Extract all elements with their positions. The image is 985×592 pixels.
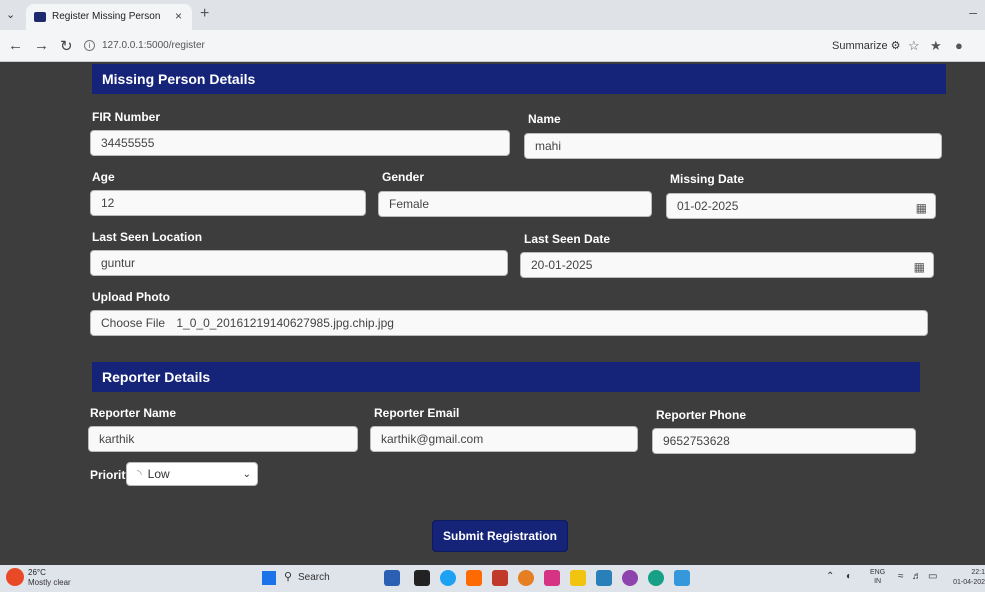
weather-condition: Mostly clear [28,578,71,587]
chevron-down-icon: ⌄ [242,469,251,480]
region-code: IN [874,578,882,585]
wifi-icon[interactable]: ≈ [898,571,904,582]
windows-start-icon[interactable] [262,571,276,585]
missing-person-section-header: Missing Person Details [92,64,946,94]
gender-label: Gender [382,170,425,184]
registration-page: Missing Person Details FIR Number 344555… [0,62,985,565]
last-seen-date-input[interactable]: 20-01-2025 ▦ [520,252,934,278]
last-seen-location-label: Last Seen Location [92,230,203,244]
profile-icon[interactable]: ● [955,38,963,53]
age-value: 12 [101,196,115,210]
priority-value: Low [147,467,170,481]
gender-value: Female [389,197,430,211]
gender-input[interactable]: Female [378,191,652,217]
reporter-name-label: Reporter Name [90,406,177,420]
tab-list-chevron-icon[interactable]: ⌄ [6,8,20,22]
last-seen-location-value: guntur [101,256,136,270]
name-input[interactable]: mahi [524,133,942,159]
upload-photo-label: Upload Photo [92,290,170,304]
tray-app-icon[interactable]: ◐ [846,571,852,582]
last-seen-date-value: 20-01-2025 [531,258,593,272]
fir-number-input[interactable]: 34455555 [90,130,510,156]
reporter-name-input[interactable]: karthik [88,426,358,452]
star-icon[interactable]: ☆ [908,38,920,54]
taskbar: 26°C Mostly clear ⚲ Search ⌃ ◐ ENG IN ≈ … [0,565,985,592]
edge-browser-icon[interactable] [440,570,456,586]
language-code: ENG [870,569,886,576]
loading-icon: ◝ [137,467,142,481]
calendar-icon[interactable]: ▦ [916,196,927,221]
summarize-label: Summarize [832,40,888,52]
missing-date-value: 01-02-2025 [677,199,739,213]
battery-icon[interactable]: ▭ [928,571,937,582]
name-label: Name [528,112,561,126]
last-seen-location-input[interactable]: guntur [90,250,508,276]
store-icon[interactable] [492,570,508,586]
calendar-icon[interactable]: ▦ [914,255,925,280]
clock-date: 01-04-202 [953,579,985,586]
tab-title: Register Missing Person [52,11,161,22]
missing-date-input[interactable]: 01-02-2025 ▦ [666,193,936,219]
tray-chevron-up-icon[interactable]: ⌃ [826,571,834,582]
volume-icon[interactable]: ♬ [912,571,922,582]
choose-file-button[interactable]: Choose File [101,316,165,330]
clock[interactable]: 22:1 01-04-202 [950,568,985,588]
language-indicator[interactable]: ENG IN [870,568,885,586]
weather-temperature: 26°C [28,568,46,577]
url-field[interactable]: 127.0.0.1:5000/register [102,40,205,51]
summarize-button[interactable]: Summarize ⚙ [832,39,901,52]
reporter-phone-input[interactable]: 9652753628 [652,428,916,454]
reload-icon[interactable]: ↻ [60,37,73,55]
clock-time: 22:1 [971,569,985,576]
file-explorer-icon[interactable] [570,570,586,586]
vscode-icon[interactable] [674,570,690,586]
reporter-email-input[interactable]: karthik@gmail.com [370,426,638,452]
reporter-email-value: karthik@gmail.com [381,432,484,446]
tab-close-icon[interactable]: × [175,9,182,23]
last-seen-date-label: Last Seen Date [524,232,611,246]
fir-number-value: 34455555 [101,136,155,150]
copilot-icon[interactable] [622,570,638,586]
task-view-icon[interactable] [414,570,430,586]
name-value: mahi [535,139,562,153]
reporter-phone-value: 9652753628 [663,434,730,448]
browser-tab-bar: ⌄ Register Missing Person × + – [0,0,985,30]
file-name: 1_0_0_20161219140627985.jpg.chip.jpg [176,316,394,330]
new-tab-icon[interactable]: + [200,5,209,23]
widgets-app-icon[interactable] [384,570,400,586]
address-bar: ← → ↻ i 127.0.0.1:5000/register Summariz… [0,30,985,62]
app-icon[interactable] [466,570,482,586]
forward-arrow-icon[interactable]: → [34,37,49,54]
browser-tab[interactable]: Register Missing Person × [26,4,192,30]
weather-icon[interactable] [6,568,24,586]
reporter-name-value: karthik [99,432,135,446]
chrome-icon[interactable] [518,570,534,586]
upload-photo-input[interactable]: Choose File 1_0_0_20161219140627985.jpg.… [90,310,928,336]
fir-number-label: FIR Number [92,110,161,124]
back-arrow-icon[interactable]: ← [8,37,23,54]
submit-registration-button[interactable]: Submit Registration [432,520,568,552]
site-info-icon[interactable]: i [84,40,95,51]
priority-select[interactable]: ◝ Low ⌄ [126,462,258,486]
taskbar-search[interactable]: Search [298,572,330,583]
reporter-email-label: Reporter Email [374,406,460,420]
office-icon[interactable] [544,570,560,586]
app-icon[interactable] [596,570,612,586]
favorites-icon[interactable]: ★ [930,38,942,54]
age-label: Age [92,170,115,184]
missing-date-label: Missing Date [670,172,745,186]
tab-favicon-icon [34,12,46,22]
search-icon[interactable]: ⚲ [284,570,292,583]
age-input[interactable]: 12 [90,190,366,216]
minimize-icon[interactable]: – [969,4,977,20]
reporter-section-header: Reporter Details [92,362,920,392]
app-icon[interactable] [648,570,664,586]
reporter-phone-label: Reporter Phone [656,408,747,422]
